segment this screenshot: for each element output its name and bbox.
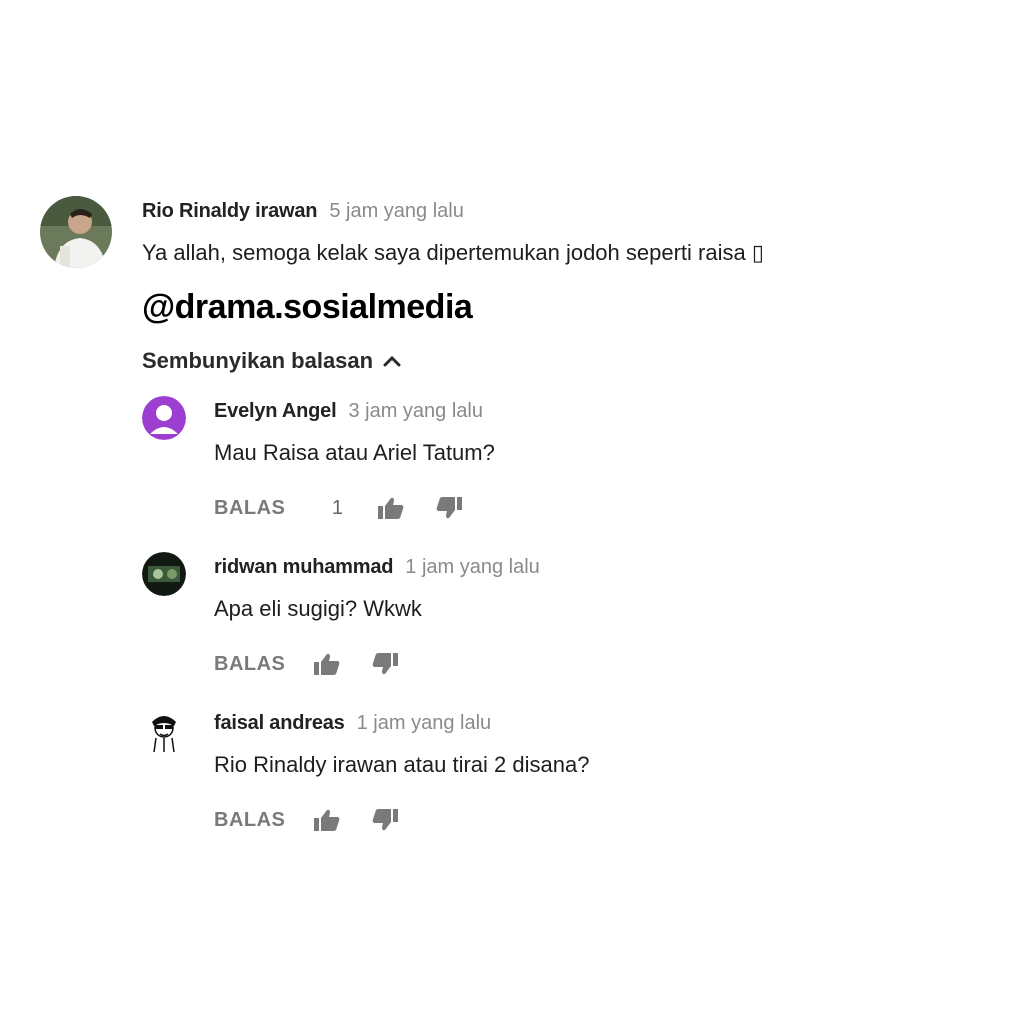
comment-author[interactable]: Rio Rinaldy irawan [142,200,318,223]
thumbs-up-icon[interactable] [377,496,405,520]
reply-button[interactable]: BALAS [214,497,285,520]
comment-header: Rio Rinaldy irawan 5 jam yang lalu [142,200,464,223]
like-count: 1 [331,496,343,519]
thumbs-down-icon[interactable] [371,808,399,832]
meme-face-icon [142,708,186,752]
reply-button[interactable]: BALAS [214,653,285,676]
reply-actions: BALAS [214,808,399,832]
hide-replies-label: Sembunyikan balasan [142,348,374,373]
reply-timestamp[interactable]: 1 jam yang lalu [405,556,540,579]
reply-text: Apa eli sugigi? Wkwk [214,596,422,621]
reply-header: Evelyn Angel 3 jam yang lalu [214,400,483,423]
chevron-up-icon [383,355,401,367]
reply-actions: BALAS 1 [214,496,463,520]
avatar[interactable] [142,708,186,752]
avatar[interactable] [142,552,186,596]
reply-timestamp[interactable]: 3 jam yang lalu [348,400,483,423]
reply-text: Rio Rinaldy irawan atau tirai 2 disana? [214,752,590,777]
user-photo-icon [40,196,112,268]
reply-header: faisal andreas 1 jam yang lalu [214,712,491,735]
reply-author[interactable]: Evelyn Angel [214,400,337,423]
watermark-handle: @drama.sosialmedia [142,288,473,326]
reply-header: ridwan muhammad 1 jam yang lalu [214,556,540,579]
comment-text: Ya allah, semoga kelak saya dipertemukan… [142,240,764,265]
hide-replies-button[interactable]: Sembunyikan balasan [142,348,401,374]
reply-author[interactable]: faisal andreas [214,712,345,735]
thumbs-down-icon[interactable] [371,652,399,676]
reply-timestamp[interactable]: 1 jam yang lalu [357,712,492,735]
thumbs-up-icon[interactable] [313,652,341,676]
user-photo-icon [142,552,186,596]
avatar[interactable] [142,396,186,440]
reply-actions: BALAS [214,652,399,676]
comment-timestamp[interactable]: 5 jam yang lalu [329,200,464,223]
reply-text: Mau Raisa atau Ariel Tatum? [214,440,495,465]
avatar[interactable] [40,196,112,268]
thumbs-down-icon[interactable] [435,496,463,520]
reply-author[interactable]: ridwan muhammad [214,556,393,579]
reply-button[interactable]: BALAS [214,809,285,832]
default-user-icon [142,396,186,440]
thumbs-up-icon[interactable] [313,808,341,832]
